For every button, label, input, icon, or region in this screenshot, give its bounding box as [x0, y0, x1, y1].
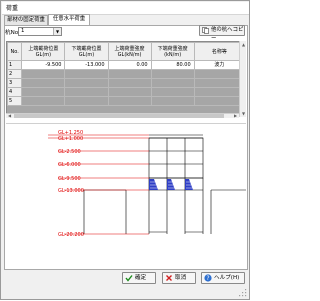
empty-cell[interactable]: [150, 96, 195, 106]
resize-grip-icon[interactable]: [239, 289, 247, 297]
pier-structure: [83, 134, 246, 234]
pile-number-select[interactable]: 1 ▼: [18, 27, 62, 36]
help-button-label: ヘルプ(H): [214, 275, 240, 281]
diagram-canvas: GL+1.250 GL+1.000 GL-2.500 GL-6.000 GL-9…: [48, 130, 246, 238]
empty-cell[interactable]: [107, 87, 152, 97]
svg-text:?: ?: [206, 275, 209, 282]
ok-button[interactable]: 確定: [122, 272, 156, 284]
cell-top-position[interactable]: -9.500: [21, 60, 66, 70]
empty-cell[interactable]: [21, 96, 66, 106]
empty-cell[interactable]: [21, 69, 66, 79]
tab-member-fixed-load[interactable]: 部材の固定荷重: [4, 15, 48, 25]
row-number: 2: [7, 69, 23, 79]
row-number: 5: [7, 96, 23, 106]
dialog-button-bar: 確定 取消 ? ヘルプ(H): [1, 271, 251, 301]
cell-name[interactable]: 波力: [193, 60, 245, 70]
pile-number-value: 1: [21, 28, 25, 34]
scroll-right-icon[interactable]: ▶: [232, 113, 239, 119]
pile-load-diagram: GL+1.250 GL+1.000 GL-2.500 GL-6.000 GL-9…: [6, 123, 246, 266]
column-header: 下端荷重強度 (kN/m): [150, 42, 195, 61]
empty-cell[interactable]: [21, 87, 66, 97]
level-label: GL+1.000: [58, 136, 83, 142]
level-label: GL-13.000: [58, 188, 84, 194]
pile-selector-row: 杭No. 1 ▼ 他の杭へコピー: [4, 25, 245, 42]
ok-button-label: 確定: [135, 275, 147, 281]
level-label: GL-2.500: [58, 149, 81, 155]
column-header: 上端載荷位置 GL(m): [21, 42, 66, 61]
copy-to-other-piles-button[interactable]: 他の杭へコピー: [199, 25, 245, 42]
level-label: GL-9.500: [58, 176, 81, 182]
empty-cell[interactable]: [107, 96, 152, 106]
cell-bottom-position[interactable]: -13.000: [64, 60, 109, 70]
table-row[interactable]: 4: [7, 87, 245, 97]
table-header-row: No. 上端載荷位置 GL(m) 下端載荷位置 GL(m) 上端荷重強度 GL(…: [7, 42, 245, 61]
wave-load-hatching: [149, 179, 193, 190]
cell-top-load[interactable]: 0.00: [107, 60, 152, 70]
empty-cell[interactable]: [64, 87, 109, 97]
chevron-down-icon: ▼: [53, 28, 61, 35]
load-dialog: 荷重 部材の固定荷重 任意水平荷重 杭No. 1 ▼ 他の杭へコピー No. 上…: [0, 0, 250, 300]
close-icon: [166, 275, 172, 281]
empty-cell[interactable]: [21, 78, 66, 88]
empty-cell[interactable]: [150, 69, 195, 79]
empty-cell[interactable]: [107, 78, 152, 88]
scroll-up-icon[interactable]: ▲: [240, 41, 247, 48]
copy-icon: [202, 27, 209, 34]
empty-cell[interactable]: [64, 96, 109, 106]
column-header: 上端荷重強度 GL(kN/m): [107, 42, 152, 61]
cell-bottom-load[interactable]: 80.00: [150, 60, 195, 70]
empty-cell[interactable]: [64, 78, 109, 88]
cancel-button-label: 取消: [175, 275, 187, 281]
level-label: GL-20.200: [58, 232, 84, 238]
table-horizontal-scrollbar[interactable]: ◀ ▶: [6, 113, 239, 118]
row-number: 4: [7, 87, 23, 97]
column-header: 名称等: [193, 42, 245, 61]
column-header: 下端載荷位置 GL(m): [64, 42, 109, 61]
empty-cell[interactable]: [150, 78, 195, 88]
load-table: No. 上端載荷位置 GL(m) 下端載荷位置 GL(m) 上端荷重強度 GL(…: [6, 41, 246, 117]
tab-arbitrary-horizontal-load[interactable]: 任意水平荷重: [48, 14, 90, 25]
empty-cell[interactable]: [64, 69, 109, 79]
table-row[interactable]: 1 -9.500 -13.000 0.00 80.00 波力: [7, 60, 245, 70]
column-header: No.: [7, 42, 23, 61]
scrollbar-thumb[interactable]: [14, 114, 224, 118]
empty-cell[interactable]: [107, 69, 152, 79]
cancel-button[interactable]: 取消: [162, 272, 196, 284]
empty-cell[interactable]: [193, 87, 245, 97]
help-button[interactable]: ? ヘルプ(H): [201, 272, 245, 284]
table-vertical-scrollbar[interactable]: ▲ ▼: [239, 41, 246, 117]
table-row[interactable]: 2: [7, 69, 245, 79]
checkmark-icon: [125, 275, 133, 282]
level-label: GL-6.000: [58, 162, 81, 168]
empty-cell[interactable]: [150, 87, 195, 97]
help-icon: ?: [204, 274, 212, 282]
table-row[interactable]: 3: [7, 78, 245, 88]
empty-cell[interactable]: [193, 69, 245, 79]
row-number: 1: [7, 60, 23, 70]
tab-strip: 部材の固定荷重 任意水平荷重: [4, 14, 248, 25]
scroll-down-icon[interactable]: ▼: [240, 110, 247, 117]
table-row[interactable]: 5: [7, 96, 245, 106]
empty-cell[interactable]: [193, 78, 245, 88]
row-number: 3: [7, 78, 23, 88]
scroll-left-icon[interactable]: ◀: [6, 113, 13, 119]
empty-cell[interactable]: [193, 96, 245, 106]
